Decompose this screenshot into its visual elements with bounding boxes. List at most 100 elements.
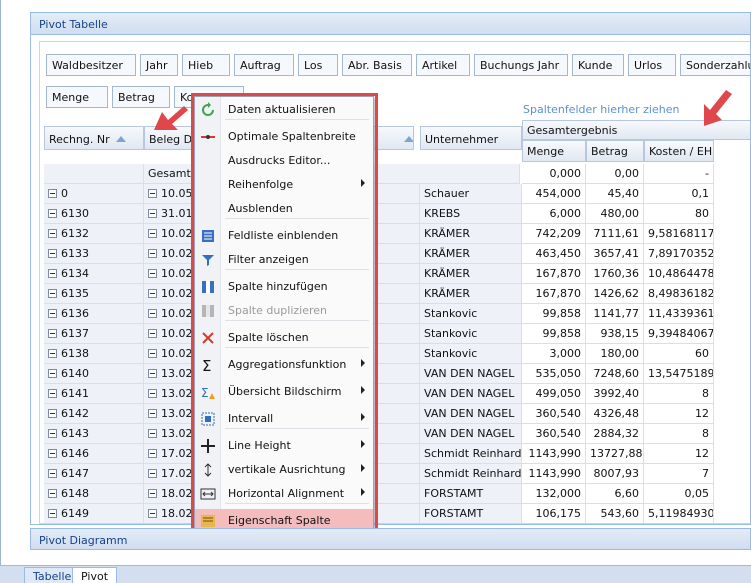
sort-ascending-icon[interactable] <box>115 136 126 142</box>
table-row[interactable]: 6138 10.02 Stankovic 3,000 180,00 60 <box>40 344 750 364</box>
collapse-icon[interactable] <box>48 409 57 418</box>
collapse-icon[interactable] <box>148 229 157 238</box>
data-field-menge[interactable]: Menge <box>46 86 108 108</box>
row-cell-rechng-nr[interactable]: 6143 <box>44 424 144 444</box>
collapse-icon[interactable] <box>148 289 157 298</box>
collapse-icon[interactable] <box>148 489 157 498</box>
collapse-icon[interactable] <box>148 249 157 258</box>
row-cell-rechng-nr[interactable]: 6136 <box>44 304 144 324</box>
table-row[interactable]: 6134 10.02 KRÄMER 167,870 1760,36 10,4864478 <box>40 264 750 284</box>
tab-pivot[interactable]: Pivot <box>72 567 118 583</box>
menu-item-ausdrucks-editor[interactable]: Ausdrucks Editor... <box>195 149 373 173</box>
collapse-icon[interactable] <box>48 489 57 498</box>
menu-item-übersicht-bildschirm[interactable]: Σ Übersicht Bildschirm <box>195 380 373 404</box>
collapse-icon[interactable] <box>148 469 157 478</box>
collapse-icon[interactable] <box>148 409 157 418</box>
table-row[interactable]: 6130 31.01 KREBS 6,000 480,00 80 <box>40 204 750 224</box>
filter-field-kunde[interactable]: Kunde <box>572 54 624 76</box>
collapse-icon[interactable] <box>148 209 157 218</box>
collapse-icon[interactable] <box>48 469 57 478</box>
filter-field-jahr[interactable]: Jahr <box>140 54 178 76</box>
row-cell-rechng-nr[interactable]: 6146 <box>44 444 144 464</box>
table-row[interactable]: 6146 17.02 Schmidt Reinhard 1143,990 13727,8… <box>40 444 750 464</box>
collapse-icon[interactable] <box>148 269 157 278</box>
table-row[interactable]: 6143 13.02 VAN DEN NAGEL 360,540 2884,32 8 <box>40 424 750 444</box>
filter-field-artikel[interactable]: Artikel <box>416 54 470 76</box>
collapse-icon[interactable] <box>48 189 57 198</box>
sort-ascending-icon[interactable] <box>403 136 413 142</box>
row-header-unternehmer[interactable]: Unternehmer <box>420 126 522 150</box>
filter-field-abr-basis[interactable]: Abr. Basis <box>342 54 412 76</box>
collapse-icon[interactable] <box>148 429 157 438</box>
filter-field-urlos[interactable]: Urlos <box>628 54 676 76</box>
table-row[interactable]: 6133 10.02 KRÄMER 463,450 3657,41 7,89170352 <box>40 244 750 264</box>
column-drop-hint[interactable]: Spaltenfelder hierher ziehen <box>523 103 679 116</box>
table-row[interactable]: 6137 10.02 Stankovic 99,858 938,15 9,39484067 <box>40 324 750 344</box>
row-cell-rechng-nr[interactable]: 6135 <box>44 284 144 304</box>
filter-field-waldbesitzer[interactable]: Waldbesitzer <box>46 54 136 76</box>
value-header-betrag[interactable]: Betrag <box>586 140 644 162</box>
collapse-icon[interactable] <box>48 229 57 238</box>
collapse-icon[interactable] <box>48 449 57 458</box>
value-header-menge[interactable]: Menge <box>522 140 586 162</box>
menu-item-line-height[interactable]: Line Height <box>195 434 373 458</box>
collapse-icon[interactable] <box>48 209 57 218</box>
menu-separator <box>225 320 369 321</box>
collapse-icon[interactable] <box>48 389 57 398</box>
row-cell-rechng-nr[interactable]: 0 <box>44 184 144 204</box>
row-cell-rechng-nr[interactable]: 6134 <box>44 264 144 284</box>
collapse-icon[interactable] <box>48 329 57 338</box>
row-cell-rechng-nr[interactable]: 6147 <box>44 464 144 484</box>
row-cell-rechng-nr[interactable]: 6141 <box>44 384 144 404</box>
collapse-icon[interactable] <box>48 249 57 258</box>
filter-field-sonderzahlung[interactable]: Sonderzahlung <box>680 54 750 76</box>
collapse-icon[interactable] <box>148 329 157 338</box>
menu-item-optimale-spaltenbreite[interactable]: Optimale Spaltenbreite <box>195 125 373 149</box>
filter-field-buchungs-jahr[interactable]: Buchungs Jahr <box>474 54 568 76</box>
collapse-icon[interactable] <box>148 509 157 518</box>
collapse-icon[interactable] <box>48 309 57 318</box>
collapse-icon[interactable] <box>48 429 57 438</box>
row-cell-rechng-nr[interactable]: 6148 <box>44 484 144 504</box>
collapse-icon[interactable] <box>148 189 157 198</box>
row-cell-rechng-nr[interactable]: 6137 <box>44 324 144 344</box>
row-cell-rechng-nr[interactable]: 6140 <box>44 364 144 384</box>
table-row[interactable]: 0 10.05 Schauer 454,000 45,40 0,1 <box>40 184 750 204</box>
value-header-kosten-eh[interactable]: Kosten / EH <box>644 140 714 162</box>
collapse-icon[interactable] <box>148 369 157 378</box>
row-cell-rechng-nr[interactable]: 6130 <box>44 204 144 224</box>
row-cell-rechng-nr[interactable]: 6142 <box>44 404 144 424</box>
menu-item-reihenfolge[interactable]: Reihenfolge <box>195 173 373 197</box>
table-row[interactable]: 6149 18.02 FORSTAMT 106,175 543,60 5,11984930 <box>40 504 750 523</box>
row-cell-rechng-nr[interactable]: 6138 <box>44 344 144 364</box>
filter-field-los[interactable]: Los <box>298 54 338 76</box>
menu-item-feldliste-einblenden[interactable]: Feldliste einblenden <box>195 224 373 248</box>
table-row[interactable]: 6136 10.02 Stankovic 99,858 1141,77 11,433936… <box>40 304 750 324</box>
table-row[interactable]: 6132 10.02 KRÄMER 742,209 7111,61 9,58168117 <box>40 224 750 244</box>
table-row[interactable]: 6141 13.02 VAN DEN NAGEL 499,050 3992,40 8 <box>40 384 750 404</box>
table-row[interactable]: 6142 13.02 VAN DEN NAGEL 360,540 4326,48 12 <box>40 404 750 424</box>
collapse-icon[interactable] <box>48 369 57 378</box>
filter-field-hieb[interactable]: Hieb <box>182 54 230 76</box>
row-header-rechng-nr[interactable]: Rechng. Nr <box>44 126 144 150</box>
row-cell-rechng-nr[interactable]: 6149 <box>44 504 144 523</box>
table-row[interactable]: 6140 13.02 VAN DEN NAGEL 535,050 7248,60 13,5… <box>40 364 750 384</box>
table-row[interactable]: 6148 18.02 FORSTAMT 132,000 6,60 0,05 <box>40 484 750 504</box>
collapse-icon[interactable] <box>48 349 57 358</box>
menu-item-spalte-hinzufügen[interactable]: Spalte hinzufügen <box>195 275 373 299</box>
menu-item-vertikale-ausrichtung[interactable]: vertikale Ausrichtung <box>195 458 373 482</box>
table-row[interactable]: 6147 17.02 Schmidt Reinhard 1143,990 8007,93… <box>40 464 750 484</box>
menu-item-aggregationsfunktion[interactable]: Σ Aggregationsfunktion <box>195 353 373 377</box>
row-cell-rechng-nr[interactable]: 6132 <box>44 224 144 244</box>
pivot-diagram-panel[interactable]: Pivot Diagramm <box>30 528 751 550</box>
collapse-icon[interactable] <box>48 289 57 298</box>
collapse-icon[interactable] <box>148 349 157 358</box>
collapse-icon[interactable] <box>148 389 157 398</box>
collapse-icon[interactable] <box>48 269 57 278</box>
table-row[interactable]: 6135 10.02 KRÄMER 167,870 1426,62 8,49836182 <box>40 284 750 304</box>
collapse-icon[interactable] <box>48 509 57 518</box>
row-cell-rechng-nr[interactable]: 6133 <box>44 244 144 264</box>
filter-field-auftrag[interactable]: Auftrag <box>234 54 294 76</box>
collapse-icon[interactable] <box>148 309 157 318</box>
collapse-icon[interactable] <box>148 449 157 458</box>
